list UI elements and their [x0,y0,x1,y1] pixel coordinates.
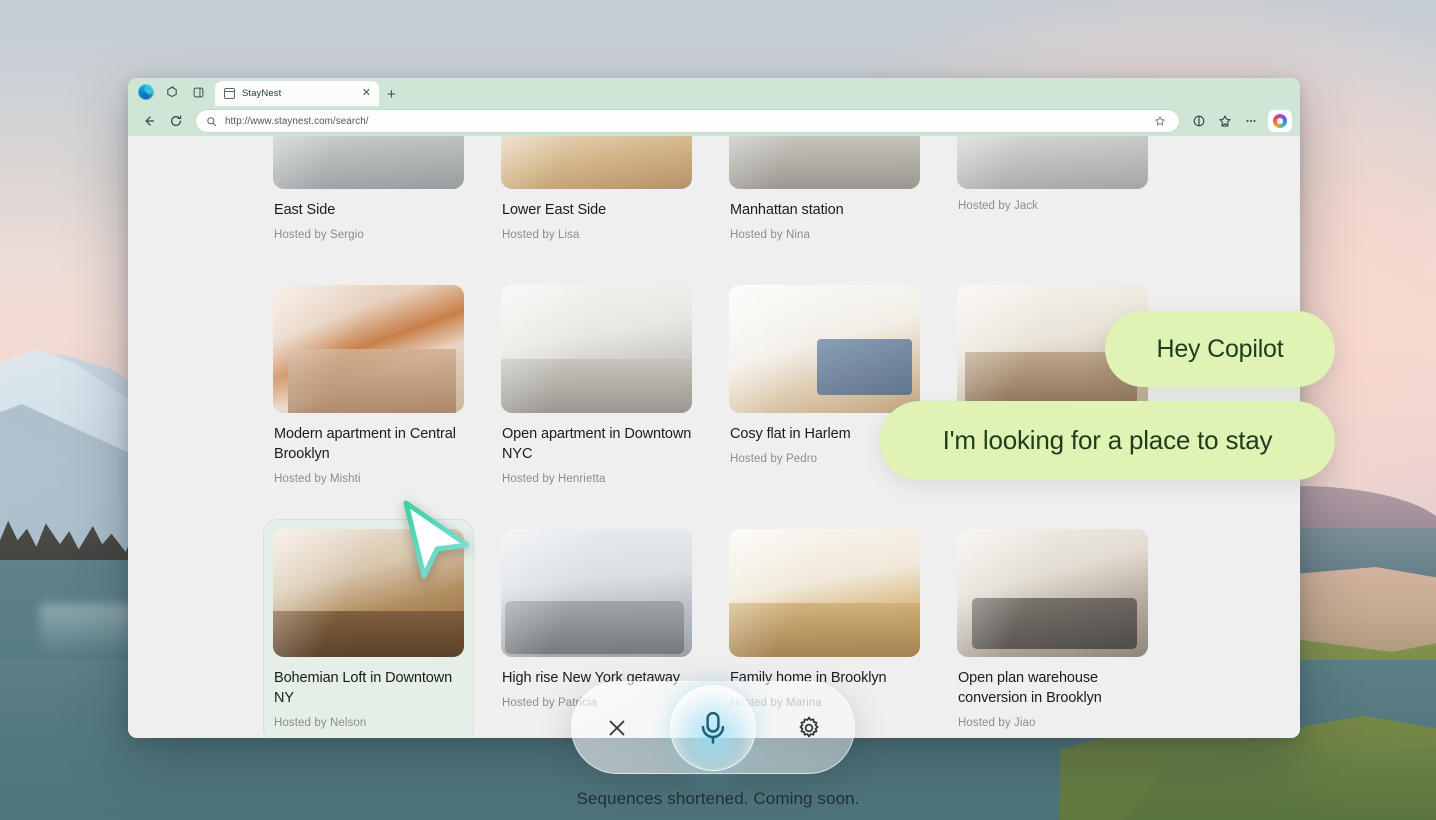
listing-photo-sheen [273,136,464,189]
listing-title: East Side [274,202,336,218]
address-bar[interactable]: http://www.staynest.com/search/ [196,110,1179,132]
listing-photo-sheen [501,136,692,189]
listing-photo-sheen [729,529,920,657]
listing-host: Hosted by Lisa [502,229,580,241]
listing-photo[interactable] [273,136,464,189]
listing-photo-sheen [957,136,1148,189]
calendar-icon [224,88,235,99]
listing-host: Hosted by Mishti [274,473,361,485]
listing-host: Hosted by Nelson [274,717,367,729]
listing-photo-sheen [501,285,692,413]
workspaces-icon[interactable] [159,79,185,105]
listing-host: Hosted by Jiao [958,717,1036,729]
listing-host: Hosted by Sergio [274,229,364,241]
browser-toolbar: http://www.staynest.com/search/ [128,106,1300,136]
listings-row: East Side Hosted by Sergio Lower East Side… [264,136,1176,255]
reload-icon[interactable] [164,110,187,133]
microphone-icon[interactable] [670,684,756,771]
listing-title: Open plan warehouse conversion in Brookl… [958,670,1102,706]
listing-card[interactable]: Modern apartment in Central Brooklyn Host… [264,276,473,499]
tab-actions-icon[interactable] [185,79,211,105]
caption-text: Sequences shortened. Coming soon. [576,789,860,808]
listing-title: Lower East Side [502,202,607,218]
search-icon [206,116,217,127]
browser-tabstrip: StayNest ✕ + [128,78,1300,106]
listing-photo[interactable] [273,529,464,657]
desktop: StayNest ✕ + http://www.staynest.com/sea… [0,0,1436,820]
speech-bubble-utterance: I'm looking for a place to stay [880,401,1335,480]
listing-title: Bohemian Loft in Downtown NY [274,670,453,706]
new-tab-button[interactable]: + [379,87,404,102]
listing-photo[interactable] [729,285,920,413]
listing-host: Hosted by Nina [730,229,811,241]
listing-card[interactable]: Manhattan station Hosted by Nina [720,136,929,255]
listing-photo[interactable] [273,285,464,413]
ellipsis-icon[interactable] [1240,110,1262,132]
listing-title: Open apartment in Downtown NYC [502,426,692,462]
close-icon[interactable] [598,709,636,747]
listing-photo[interactable] [957,136,1148,189]
listing-photo[interactable] [501,136,692,189]
listing-host: Hosted by Jack [958,200,1039,212]
listing-photo-sheen [273,285,464,413]
listing-photo[interactable] [729,529,920,657]
listing-card[interactable]: Hosted by Jack [948,136,1157,255]
listing-card[interactable]: Open apartment in Downtown NYC Hosted by … [492,276,701,499]
voice-assistant-toolbar [571,681,855,774]
listing-title: Modern apartment in Central Brooklyn [274,426,456,462]
listing-photo-sheen [957,529,1148,657]
copilot-icon[interactable] [1268,110,1292,132]
close-icon[interactable]: ✕ [360,88,373,99]
listing-photo-sheen [501,529,692,657]
listing-title: Manhattan station [730,202,844,218]
back-arrow-icon[interactable] [137,110,160,133]
speech-bubble-wake-phrase: Hey Copilot [1105,311,1335,387]
listing-host: Hosted by Henrietta [502,473,606,485]
split-screen-icon[interactable] [1188,110,1210,132]
listing-photo[interactable] [501,529,692,657]
edge-logo-icon[interactable] [133,79,159,105]
gear-icon[interactable] [790,709,828,747]
listing-card[interactable]: Open plan warehouse conversion in Brookl… [948,520,1157,738]
listing-photo-sheen [729,136,920,189]
star-icon[interactable] [1149,110,1171,132]
listing-photo-sheen [273,529,464,657]
listing-photo[interactable] [957,529,1148,657]
collections-icon[interactable] [1214,110,1236,132]
browser-tab-staynest[interactable]: StayNest ✕ [215,81,379,106]
listing-card[interactable]: Lower East Side Hosted by Lisa [492,136,701,255]
listing-card-selected[interactable]: Bohemian Loft in Downtown NY Hosted by Ne… [264,520,473,738]
listing-photo[interactable] [501,285,692,413]
listing-card[interactable]: East Side Hosted by Sergio [264,136,473,255]
listing-photo-sheen [729,285,920,413]
address-bar-url: http://www.staynest.com/search/ [225,115,369,127]
listing-photo[interactable] [729,136,920,189]
browser-tab-title: StayNest [242,88,282,99]
